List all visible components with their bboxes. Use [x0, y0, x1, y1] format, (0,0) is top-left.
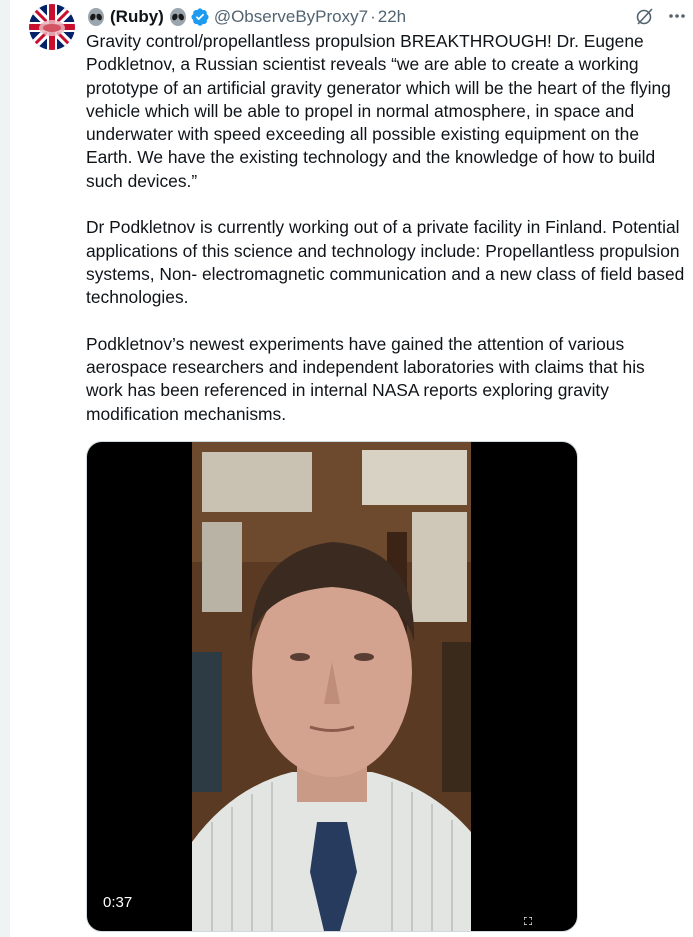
tweet-paragraph: Podkletnov’s newest experiments have gai… — [86, 333, 645, 424]
tweet-text: Gravity control/propellantless propulsio… — [86, 30, 686, 449]
timestamp[interactable]: 22h — [378, 7, 406, 27]
more-icon[interactable] — [667, 6, 687, 31]
fullscreen-icon[interactable] — [523, 912, 533, 926]
tweet-header: (Ruby) @ObserveByProxy7 · 22h — [86, 5, 406, 29]
video-thumbnail — [192, 442, 471, 931]
grok-icon[interactable] — [635, 6, 655, 31]
video-player[interactable]: 0:37 — [86, 441, 578, 932]
user-handle[interactable]: @ObserveByProxy7 — [214, 7, 368, 27]
alien-icon — [168, 7, 188, 27]
tweet[interactable]: (Ruby) @ObserveByProxy7 · 22h Gravity co… — [10, 0, 693, 937]
verified-badge-icon — [190, 7, 210, 27]
alien-icon — [86, 7, 106, 27]
tweet-actions — [635, 6, 687, 31]
separator-dot: · — [370, 7, 376, 26]
tweet-paragraph: Dr Podkletnov is currently working out o… — [86, 217, 685, 308]
video-duration: 0:37 — [103, 894, 133, 911]
avatar[interactable] — [29, 4, 75, 50]
left-gutter — [0, 0, 10, 937]
display-name[interactable]: (Ruby) — [110, 7, 164, 27]
tweet-paragraph: Gravity control/propellantless propulsio… — [86, 31, 671, 191]
